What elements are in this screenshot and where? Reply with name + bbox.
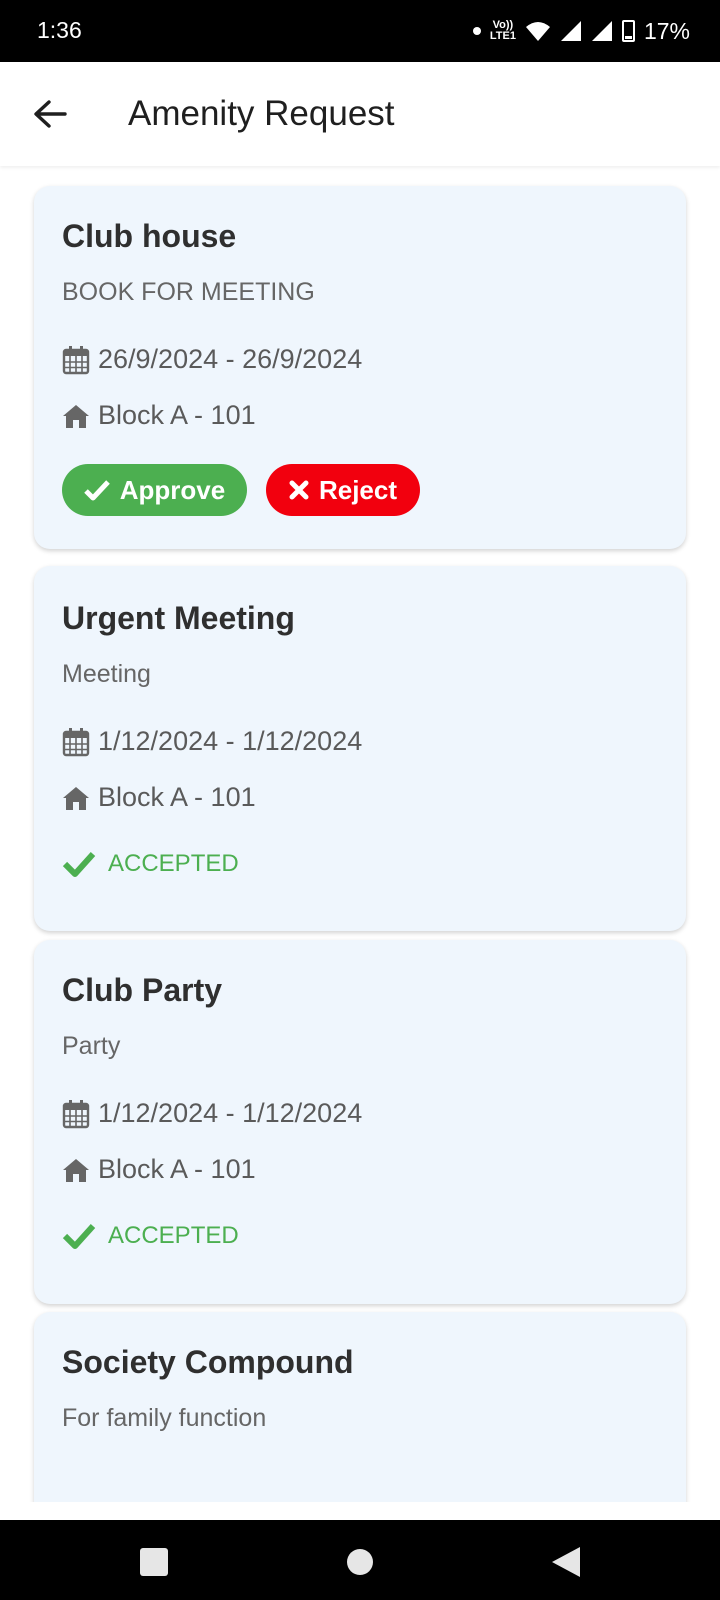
check-icon [62,851,96,877]
status-icons: Vo)) LTE1 17% [472,14,690,48]
volte-icon: Vo)) LTE1 [489,19,516,42]
request-card[interactable]: Society Compound For family function [34,1312,686,1502]
reject-label: Reject [318,474,398,505]
back-arrow-icon[interactable] [33,99,67,129]
recents-button[interactable] [134,1542,174,1582]
request-dates: 26/9/2024 - 26/9/2024 [98,344,363,374]
circle-icon[interactable] [345,1547,375,1577]
status-badge: ACCEPTED [62,850,239,878]
request-unit: Block A - 101 [98,782,256,812]
triangle-back-icon[interactable] [550,1545,582,1579]
home-button[interactable] [340,1542,380,1582]
approve-label: Approve [119,474,226,505]
app-bar: Amenity Request [0,62,720,166]
calendar-icon [62,1099,90,1128]
request-card[interactable]: Urgent Meeting Meeting 1/12/2024 - 1/12/… [34,566,686,931]
page-title: Amenity Request [128,94,395,133]
request-dates-row: 1/12/2024 - 1/12/2024 [62,726,362,757]
request-subtitle: Party [62,1032,121,1060]
calendar-icon [62,727,90,756]
request-dates-row: 26/9/2024 - 26/9/2024 [62,344,362,375]
request-card[interactable]: Club house BOOK FOR MEETING 26/9/2024 - … [34,186,686,549]
request-card[interactable]: Club Party Party 1/12/2024 - 1/12/2024 B… [34,940,686,1304]
request-subtitle: For family function [62,1404,267,1432]
approve-button[interactable]: Approve [62,464,247,516]
battery-icon [621,20,635,42]
status-time: 1:36 [37,17,82,43]
request-list[interactable]: Club house BOOK FOR MEETING 26/9/2024 - … [0,166,720,1502]
home-icon [63,1158,89,1182]
back-button[interactable] [26,90,74,138]
home-icon [63,786,89,810]
request-unit: Block A - 101 [98,1154,256,1184]
request-subtitle: Meeting [62,660,151,688]
back-nav-button[interactable] [546,1542,586,1582]
request-dates: 1/12/2024 - 1/12/2024 [98,726,363,756]
request-unit-row: Block A - 101 [62,782,256,813]
request-dates-row: 1/12/2024 - 1/12/2024 [62,1098,362,1129]
request-subtitle: BOOK FOR MEETING [62,278,315,306]
square-icon[interactable] [139,1547,169,1577]
battery-level: 17% [643,17,690,44]
signal-icon-2 [591,21,612,41]
request-unit: Block A - 101 [98,400,256,430]
request-unit-row: Block A - 101 [62,400,256,431]
status-text: ACCEPTED [108,1222,239,1249]
close-icon [289,480,309,500]
status-text: ACCEPTED [108,850,239,877]
request-title: Club house [62,218,237,254]
check-icon [83,480,110,501]
check-icon [62,1223,96,1249]
system-nav-bar [0,1520,720,1600]
screen: 1:36 Vo)) LTE1 17% Amenity Request Club h… [0,0,720,1600]
notification-dot-icon [472,27,481,35]
request-unit-row: Block A - 101 [62,1154,256,1185]
request-dates: 1/12/2024 - 1/12/2024 [98,1098,363,1128]
request-title: Club Party [62,972,223,1008]
status-bar: 1:36 Vo)) LTE1 17% [0,0,720,62]
signal-icon [560,21,581,41]
request-title: Society Compound [62,1344,354,1380]
home-icon [63,404,89,428]
calendar-icon [62,345,90,374]
request-title: Urgent Meeting [62,600,295,636]
wifi-icon [525,22,550,41]
status-badge: ACCEPTED [62,1222,239,1250]
reject-button[interactable]: Reject [266,464,420,516]
